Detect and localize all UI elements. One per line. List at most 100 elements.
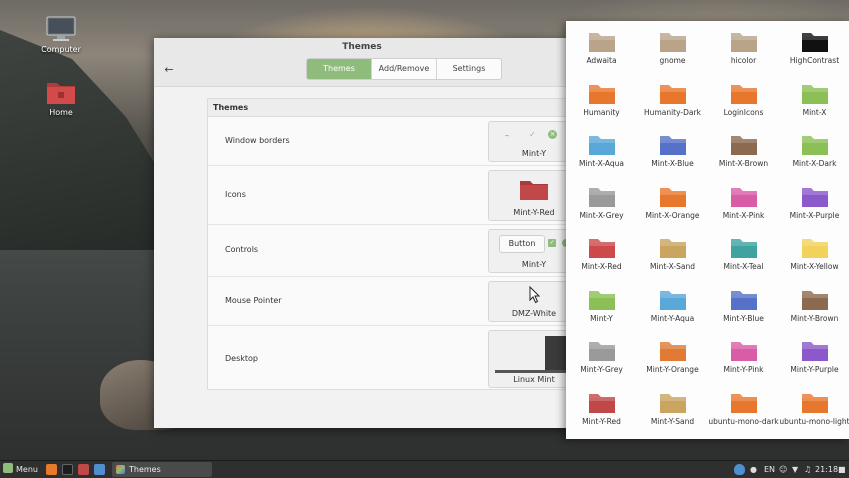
- row-label: Desktop: [225, 354, 258, 363]
- tab-themes[interactable]: Themes: [307, 59, 372, 79]
- window-title: Themes: [342, 42, 382, 52]
- show-desktop-icon[interactable]: ■: [838, 461, 846, 478]
- icon-theme-option[interactable]: Mint-Y-Purple: [779, 332, 849, 383]
- folder-icon: [801, 187, 828, 207]
- icon-theme-label: Mint-Y-Red: [582, 416, 621, 426]
- icon-theme-option[interactable]: Mint-Y-Pink: [708, 332, 779, 383]
- folder-icon: [588, 290, 615, 310]
- themes-panel: Themes Window borders – ✓ × Mint-Y Icons…: [207, 98, 579, 390]
- section-title: Themes: [208, 99, 571, 117]
- icon-theme-option[interactable]: ubuntu-mono-light: [779, 384, 849, 435]
- icon-theme-label: Mint-X-Brown: [718, 159, 769, 168]
- icon-theme-option[interactable]: Adwaita: [566, 23, 637, 74]
- icon-theme-label: Mint-X-Pink: [722, 210, 765, 220]
- icon-theme-option[interactable]: Mint-X-Pink: [708, 178, 779, 229]
- files-icon[interactable]: [78, 464, 89, 475]
- folder-icon: [730, 239, 757, 258]
- taskbar-window-themes[interactable]: Themes: [112, 462, 212, 477]
- desktop-icon-computer[interactable]: Computer: [31, 16, 91, 54]
- icon-theme-option[interactable]: Mint-X-Red: [566, 229, 637, 280]
- icon-theme-label: Humanity: [583, 107, 620, 117]
- sample-button: Button: [499, 235, 545, 253]
- icon-theme-option[interactable]: Mint-X-Yellow: [779, 229, 849, 280]
- icon-theme-label: Humanity-Dark: [644, 107, 701, 117]
- folder-icon: [659, 187, 686, 207]
- user-icon[interactable]: ☺: [779, 461, 787, 478]
- folder-icon: [801, 239, 828, 258]
- folder-icon: [588, 136, 615, 155]
- checkbox-icon: ✓: [548, 239, 556, 247]
- icon-theme-option[interactable]: ubuntu-mono-dark: [708, 384, 779, 435]
- icon-theme-option[interactable]: Mint-X-Aqua: [566, 126, 637, 177]
- taskbar-window-label: Themes: [129, 465, 161, 474]
- minimize-icon: –: [505, 131, 509, 140]
- tab-settings[interactable]: Settings: [437, 59, 501, 79]
- back-button[interactable]: ←: [162, 63, 176, 77]
- folder-icon: [801, 136, 828, 155]
- icon-theme-label: Mint-Y-Aqua: [650, 313, 695, 323]
- icon-theme-option[interactable]: Mint-Y-Blue: [708, 281, 779, 332]
- icon-theme-label: Mint-Y-Blue: [723, 313, 764, 323]
- row-mouse-pointer: Mouse Pointer DMZ-White: [208, 277, 579, 326]
- icon-theme-label: Mint-X-Teal: [723, 262, 764, 271]
- folder-icon: [730, 187, 757, 207]
- folder-icon: [659, 136, 686, 155]
- icon-theme-option[interactable]: Mint-X-Blue: [637, 126, 708, 177]
- icon-theme-option[interactable]: Mint-Y-Red: [566, 384, 637, 435]
- volume-icon[interactable]: ♫: [804, 461, 811, 478]
- shield-icon[interactable]: [734, 464, 745, 475]
- icon-theme-option[interactable]: hicolor: [708, 23, 779, 74]
- icon-theme-option[interactable]: Mint-Y: [566, 281, 637, 332]
- firefox-icon[interactable]: [46, 464, 57, 475]
- icon-theme-label: HighContrast: [789, 56, 840, 65]
- icon-theme-option[interactable]: gnome: [637, 23, 708, 74]
- icon-theme-option[interactable]: Mint-X-Grey: [566, 178, 637, 229]
- arrow-left-icon: ←: [164, 63, 174, 76]
- folder-icon: [801, 393, 828, 413]
- row-label: Mouse Pointer: [225, 296, 282, 305]
- icon-theme-option[interactable]: Mint-X: [779, 75, 849, 126]
- icon-theme-label: Mint-X-Sand: [650, 262, 695, 271]
- icon-theme-option[interactable]: Mint-X-Dark: [779, 126, 849, 177]
- network-icon[interactable]: ▼: [792, 461, 798, 478]
- keyboard-layout[interactable]: EN: [764, 461, 775, 478]
- row-label: Window borders: [225, 136, 290, 145]
- icon-theme-option[interactable]: Mint-X-Teal: [708, 229, 779, 280]
- icon-theme-label: Mint-X-Grey: [579, 210, 624, 220]
- clock[interactable]: 21:18: [815, 461, 838, 478]
- folder-icon: [588, 33, 615, 52]
- folder-icon: [659, 84, 686, 104]
- window-titlebar[interactable]: Themes ← Themes Add/Remove Settings: [154, 38, 570, 87]
- screenshot-icon[interactable]: [94, 464, 105, 475]
- icon-theme-label: Mint-Y-Orange: [646, 365, 699, 374]
- icon-theme-option[interactable]: Mint-X-Orange: [637, 178, 708, 229]
- icon-theme-option[interactable]: Mint-X-Brown: [708, 126, 779, 177]
- themes-window: Themes ← Themes Add/Remove Settings Them…: [154, 38, 579, 428]
- desktop-icon-home[interactable]: Home: [31, 79, 91, 117]
- icon-theme-option[interactable]: HighContrast: [779, 23, 849, 74]
- icon-theme-option[interactable]: Mint-X-Sand: [637, 229, 708, 280]
- row-label: Icons: [225, 190, 246, 199]
- folder-icon: [588, 393, 615, 413]
- icon-theme-label: Mint-Y-Purple: [790, 365, 839, 374]
- icon-theme-option[interactable]: Mint-Y-Orange: [637, 332, 708, 383]
- folder-icon: [588, 342, 615, 361]
- icon-theme-option[interactable]: Mint-Y-Sand: [637, 384, 708, 435]
- icon-theme-label: Mint-Y-Sand: [650, 416, 695, 426]
- taskbar: Menu Themes ● EN ☺ ▼ ♫ 21:18 ■: [0, 460, 849, 478]
- location-icon[interactable]: ●: [750, 461, 757, 478]
- icon-theme-label: Mint-X: [802, 107, 827, 117]
- icon-theme-option[interactable]: Mint-X-Purple: [779, 178, 849, 229]
- icon-theme-option[interactable]: Mint-Y-Aqua: [637, 281, 708, 332]
- icon-theme-option[interactable]: Mint-Y-Grey: [566, 332, 637, 383]
- icon-theme-option[interactable]: Humanity: [566, 75, 637, 126]
- icon-theme-option[interactable]: LoginIcons: [708, 75, 779, 126]
- icon-theme-option[interactable]: Mint-Y-Brown: [779, 281, 849, 332]
- folder-icon: [659, 290, 686, 310]
- row-controls: Controls Button ✓ Mint-Y: [208, 225, 579, 277]
- icon-theme-menu: Adwaita gnome hicolor HighContrast Humanity H…: [566, 21, 849, 439]
- menu-button[interactable]: Menu: [3, 461, 38, 478]
- icon-theme-option[interactable]: Humanity-Dark: [637, 75, 708, 126]
- terminal-icon[interactable]: [62, 464, 73, 475]
- tab-add-remove[interactable]: Add/Remove: [372, 59, 437, 79]
